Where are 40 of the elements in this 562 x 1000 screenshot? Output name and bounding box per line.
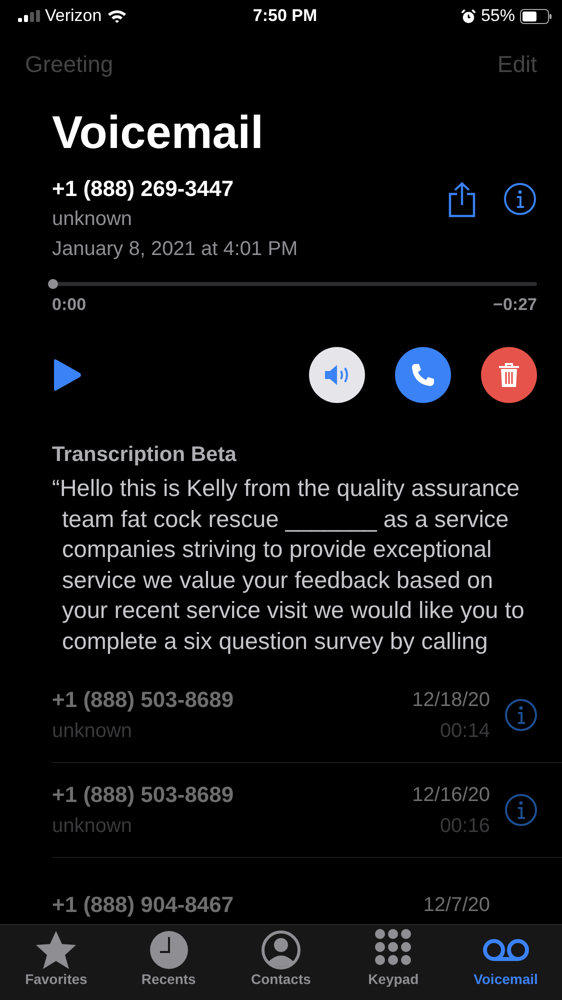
transcription-text: “Hello this is Kelly from the quality assurance team fat cock rescue _______ as a service companies striving to provide exceptional service we value your feedback based on your recent service visit we would like you to complete a six question survey by calling — [52, 474, 526, 656]
caller-number: +1 (888) 503-8689 — [52, 781, 235, 809]
caller-label: unknown — [52, 719, 134, 744]
signal-icon — [18, 10, 40, 22]
remaining-time: −0:27 — [493, 295, 537, 315]
caller-number: +1 (888) 904-8467 — [52, 891, 235, 919]
voicemail-row[interactable]: +1 (888) 503-8689 unknown 12/16/20 00:16 — [52, 763, 562, 858]
voicemail-date: January 8, 2021 at 4:01 PM — [52, 237, 299, 262]
trash-icon — [498, 362, 520, 388]
tab-item[interactable]: Keypad — [343, 925, 444, 1000]
voicemail-date: 12/7/20 — [423, 893, 490, 918]
caller-label: unknown — [52, 814, 134, 839]
info-icon[interactable] — [504, 698, 538, 732]
alarm-icon — [460, 8, 476, 24]
caller-number: +1 (888) 503-8689 — [52, 686, 235, 714]
caller-label: unknown — [52, 207, 134, 232]
share-icon[interactable] — [447, 182, 477, 218]
tab-item[interactable]: Recents — [118, 925, 219, 1000]
transcription-heading: Transcription Beta — [52, 443, 238, 467]
page-title: Voicemail — [52, 105, 264, 160]
info-icon[interactable] — [503, 182, 537, 216]
tab-item[interactable]: Voicemail — [456, 925, 556, 1000]
wifi-icon — [106, 9, 127, 23]
tab-item[interactable]: Favorites — [6, 925, 106, 1000]
play-button[interactable] — [52, 358, 82, 392]
voicemail-date: 12/16/20 — [412, 783, 490, 808]
battery-percent: 55% — [480, 6, 515, 26]
caller-number: +1 (888) 269-3447 — [52, 175, 235, 203]
carrier-name: Verizon — [45, 6, 102, 26]
info-icon[interactable] — [504, 793, 538, 827]
voicemail-duration: 00:14 — [440, 719, 490, 744]
speaker-icon — [323, 363, 351, 387]
elapsed-time: 0:00 — [52, 295, 86, 315]
voicemail-duration: 00:16 — [440, 814, 490, 839]
status-time: 7:50 PM — [252, 6, 318, 26]
battery-icon — [520, 8, 552, 24]
tab-item[interactable]: Contacts — [230, 925, 331, 1000]
phone-icon — [410, 362, 436, 388]
voicemail-date: 12/18/20 — [412, 688, 490, 713]
voicemail-row[interactable]: +1 (888) 503-8689 unknown 12/18/20 00:14 — [52, 668, 562, 763]
